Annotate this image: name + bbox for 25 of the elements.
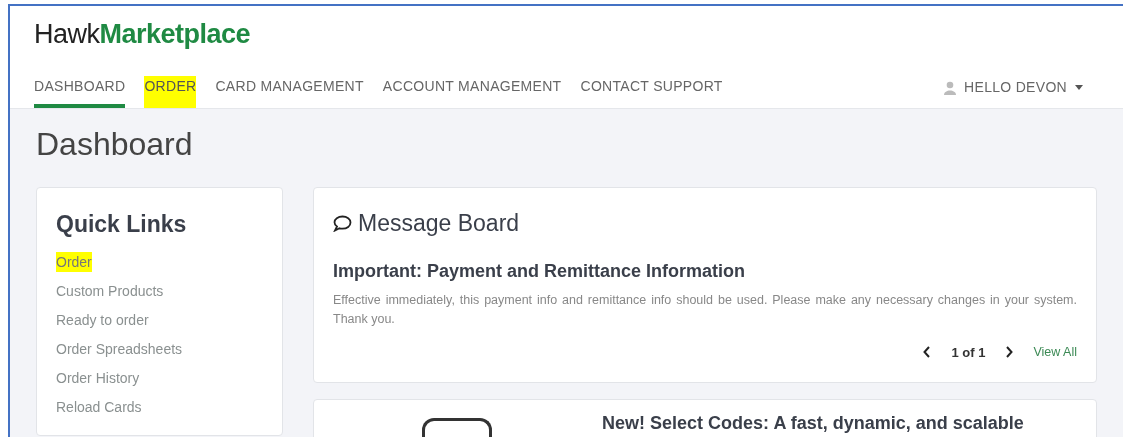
- quick-link[interactable]: Reload Cards: [56, 396, 142, 417]
- quick-link[interactable]: Custom Products: [56, 280, 164, 301]
- promo-title: New! Select Codes: A fast, dynamic, and scalable: [602, 412, 1024, 434]
- card-title: Message Board: [358, 209, 520, 238]
- chevron-right-icon: [1005, 346, 1014, 359]
- nav-tab[interactable]: ACCOUNT MANAGEMENT: [382, 76, 562, 108]
- view-all-link[interactable]: View All: [1033, 342, 1077, 362]
- caret-icon: [1075, 85, 1083, 90]
- logo: HawkMarketplace: [34, 18, 252, 50]
- nav-tab[interactable]: ORDER: [144, 76, 197, 108]
- page-title: Dashboard: [36, 125, 194, 164]
- quick-link[interactable]: Ready to order: [56, 309, 149, 330]
- chevron-left-icon: [923, 346, 932, 359]
- speech-bubble-icon: [333, 214, 352, 232]
- user-menu[interactable]: HELLO DEVON: [944, 77, 1083, 98]
- page-indicator: 1 of 1: [951, 343, 986, 362]
- user-icon: [944, 80, 957, 95]
- message-heading: Important: Payment and Remittance Information: [333, 259, 747, 283]
- message-body: Effective immediately, this payment info and remittance info should be used. Please make any necessary changes in your system. Thank you.: [333, 291, 1077, 328]
- nav-tab[interactable]: CARD MANAGEMENT: [215, 76, 364, 108]
- card-title: Quick Links: [56, 210, 188, 239]
- quick-link[interactable]: Order History: [56, 367, 140, 388]
- nav-tab[interactable]: CONTACT SUPPORT: [580, 76, 723, 108]
- quick-link[interactable]: Order: [56, 251, 92, 272]
- quick-link[interactable]: Order Spreadsheets: [56, 338, 183, 359]
